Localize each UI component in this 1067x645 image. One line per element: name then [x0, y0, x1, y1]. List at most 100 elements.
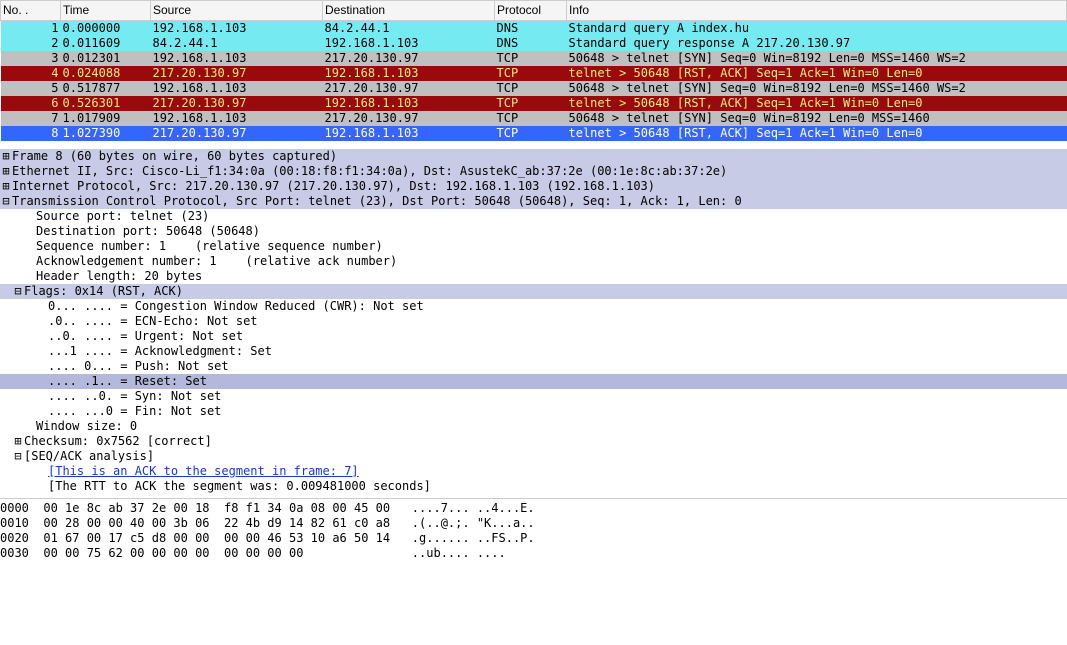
detail-text: Frame 8 (60 bytes on wire, 60 bytes capt… [12, 149, 1067, 164]
detail-text: 0... .... = Congestion Window Reduced (C… [48, 299, 1067, 314]
detail-line[interactable]: ...1 .... = Acknowledgment: Set [0, 344, 1067, 359]
detail-line[interactable]: Source port: telnet (23) [0, 209, 1067, 224]
collapse-icon[interactable]: ⊟ [12, 449, 24, 464]
detail-line[interactable]: .... .1.. = Reset: Set [0, 374, 1067, 389]
cell-dst: 217.20.130.97 [323, 51, 495, 66]
expand-icon[interactable]: ⊞ [0, 179, 12, 194]
cell-info: Standard query A index.hu [567, 21, 1067, 37]
cell-info: telnet > 50648 [RST, ACK] Seq=1 Ack=1 Wi… [567, 66, 1067, 81]
cell-proto: TCP [495, 66, 567, 81]
expand-icon[interactable]: ⊞ [12, 434, 24, 449]
detail-line[interactable]: .... ..0. = Syn: Not set [0, 389, 1067, 404]
cell-info: Standard query response A 217.20.130.97 [567, 36, 1067, 51]
packet-row[interactable]: 81.027390217.20.130.97192.168.1.103TCPte… [1, 126, 1067, 141]
detail-text: Flags: 0x14 (RST, ACK) [24, 284, 1067, 299]
packet-row[interactable]: 30.012301192.168.1.103217.20.130.97TCP50… [1, 51, 1067, 66]
detail-text: [The RTT to ACK the segment was: 0.00948… [48, 479, 1067, 494]
cell-info: 50648 > telnet [SYN] Seq=0 Win=8192 Len=… [567, 51, 1067, 66]
expand-icon[interactable]: ⊞ [0, 149, 12, 164]
detail-text: Ethernet II, Src: Cisco-Li_f1:34:0a (00:… [12, 164, 1067, 179]
detail-line[interactable]: Destination port: 50648 (50648) [0, 224, 1067, 239]
cell-time: 0.000000 [61, 21, 151, 37]
detail-line[interactable]: ⊟[SEQ/ACK analysis] [0, 449, 1067, 464]
packet-details[interactable]: ⊞Frame 8 (60 bytes on wire, 60 bytes cap… [0, 149, 1067, 494]
detail-text: Internet Protocol, Src: 217.20.130.97 (2… [12, 179, 1067, 194]
detail-line[interactable]: Header length: 20 bytes [0, 269, 1067, 284]
detail-line[interactable]: [This is an ACK to the segment in frame:… [0, 464, 1067, 479]
packet-row[interactable]: 10.000000192.168.1.10384.2.44.1DNSStanda… [1, 21, 1067, 37]
hex-line[interactable]: 0010 00 28 00 00 40 00 3b 06 22 4b d9 14… [0, 516, 1067, 531]
detail-text: [SEQ/ACK analysis] [24, 449, 1067, 464]
cell-dst: 84.2.44.1 [323, 21, 495, 37]
cell-proto: TCP [495, 51, 567, 66]
detail-line[interactable]: .... ...0 = Fin: Not set [0, 404, 1067, 419]
detail-line[interactable]: .0.. .... = ECN-Echo: Not set [0, 314, 1067, 329]
cell-no: 3 [1, 51, 61, 66]
cell-time: 0.024088 [61, 66, 151, 81]
cell-info: telnet > 50648 [RST, ACK] Seq=1 Ack=1 Wi… [567, 126, 1067, 141]
hex-line[interactable]: 0000 00 1e 8c ab 37 2e 00 18 f8 f1 34 0a… [0, 501, 1067, 516]
cell-time: 1.017909 [61, 111, 151, 126]
detail-text: Transmission Control Protocol, Src Port:… [12, 194, 1067, 209]
hex-line[interactable]: 0030 00 00 75 62 00 00 00 00 00 00 00 00… [0, 546, 1067, 561]
detail-line[interactable]: ⊟Transmission Control Protocol, Src Port… [0, 194, 1067, 209]
cell-dst: 192.168.1.103 [323, 66, 495, 81]
detail-line[interactable]: Window size: 0 [0, 419, 1067, 434]
collapse-icon[interactable]: ⊟ [12, 284, 24, 299]
detail-line[interactable]: ..0. .... = Urgent: Not set [0, 329, 1067, 344]
packet-row[interactable]: 71.017909192.168.1.103217.20.130.97TCP50… [1, 111, 1067, 126]
col-no[interactable]: No. . [1, 1, 61, 21]
detail-line[interactable]: ⊞Internet Protocol, Src: 217.20.130.97 (… [0, 179, 1067, 194]
detail-line[interactable]: ⊞Checksum: 0x7562 [correct] [0, 434, 1067, 449]
cell-src: 217.20.130.97 [151, 126, 323, 141]
packet-row[interactable]: 40.024088217.20.130.97192.168.1.103TCPte… [1, 66, 1067, 81]
cell-proto: TCP [495, 126, 567, 141]
col-dst[interactable]: Destination [323, 1, 495, 21]
cell-proto: DNS [495, 21, 567, 37]
packet-row[interactable]: 60.526301217.20.130.97192.168.1.103TCPte… [1, 96, 1067, 111]
collapse-icon[interactable]: ⊟ [0, 194, 12, 209]
col-time[interactable]: Time [61, 1, 151, 21]
detail-line[interactable]: 0... .... = Congestion Window Reduced (C… [0, 299, 1067, 314]
detail-line[interactable]: Sequence number: 1 (relative sequence nu… [0, 239, 1067, 254]
detail-line[interactable]: ⊟Flags: 0x14 (RST, ACK) [0, 284, 1067, 299]
detail-text: ...1 .... = Acknowledgment: Set [48, 344, 1067, 359]
hex-line[interactable]: 0020 01 67 00 17 c5 d8 00 00 00 00 46 53… [0, 531, 1067, 546]
detail-line[interactable]: ⊞Frame 8 (60 bytes on wire, 60 bytes cap… [0, 149, 1067, 164]
cell-time: 1.027390 [61, 126, 151, 141]
cell-dst: 192.168.1.103 [323, 96, 495, 111]
cell-time: 0.012301 [61, 51, 151, 66]
cell-src: 84.2.44.1 [151, 36, 323, 51]
col-info[interactable]: Info [567, 1, 1067, 21]
col-src[interactable]: Source [151, 1, 323, 21]
detail-text: .... ...0 = Fin: Not set [48, 404, 1067, 419]
cell-dst: 217.20.130.97 [323, 81, 495, 96]
cell-dst: 192.168.1.103 [323, 126, 495, 141]
packet-row[interactable]: 50.517877192.168.1.103217.20.130.97TCP50… [1, 81, 1067, 96]
detail-line[interactable]: ⊞Ethernet II, Src: Cisco-Li_f1:34:0a (00… [0, 164, 1067, 179]
detail-text[interactable]: [This is an ACK to the segment in frame:… [48, 464, 1067, 479]
cell-info: telnet > 50648 [RST, ACK] Seq=1 Ack=1 Wi… [567, 96, 1067, 111]
packet-row[interactable]: 20.01160984.2.44.1192.168.1.103DNSStanda… [1, 36, 1067, 51]
detail-line[interactable]: [The RTT to ACK the segment was: 0.00948… [0, 479, 1067, 494]
packet-list[interactable]: No. . Time Source Destination Protocol I… [0, 0, 1067, 141]
detail-text: Source port: telnet (23) [36, 209, 1067, 224]
cell-no: 5 [1, 81, 61, 96]
cell-proto: TCP [495, 111, 567, 126]
detail-text: .... 0... = Push: Not set [48, 359, 1067, 374]
col-proto[interactable]: Protocol [495, 1, 567, 21]
cell-proto: TCP [495, 81, 567, 96]
expand-icon[interactable]: ⊞ [0, 164, 12, 179]
detail-text: .... ..0. = Syn: Not set [48, 389, 1067, 404]
detail-text: .0.. .... = ECN-Echo: Not set [48, 314, 1067, 329]
cell-no: 6 [1, 96, 61, 111]
cell-info: 50648 > telnet [SYN] Seq=0 Win=8192 Len=… [567, 81, 1067, 96]
detail-line[interactable]: .... 0... = Push: Not set [0, 359, 1067, 374]
cell-dst: 192.168.1.103 [323, 36, 495, 51]
detail-text: Checksum: 0x7562 [correct] [24, 434, 1067, 449]
packet-bytes[interactable]: 0000 00 1e 8c ab 37 2e 00 18 f8 f1 34 0a… [0, 498, 1067, 561]
detail-line[interactable]: Acknowledgement number: 1 (relative ack … [0, 254, 1067, 269]
detail-text: Window size: 0 [36, 419, 1067, 434]
cell-src: 192.168.1.103 [151, 51, 323, 66]
packet-list-header[interactable]: No. . Time Source Destination Protocol I… [1, 1, 1067, 21]
